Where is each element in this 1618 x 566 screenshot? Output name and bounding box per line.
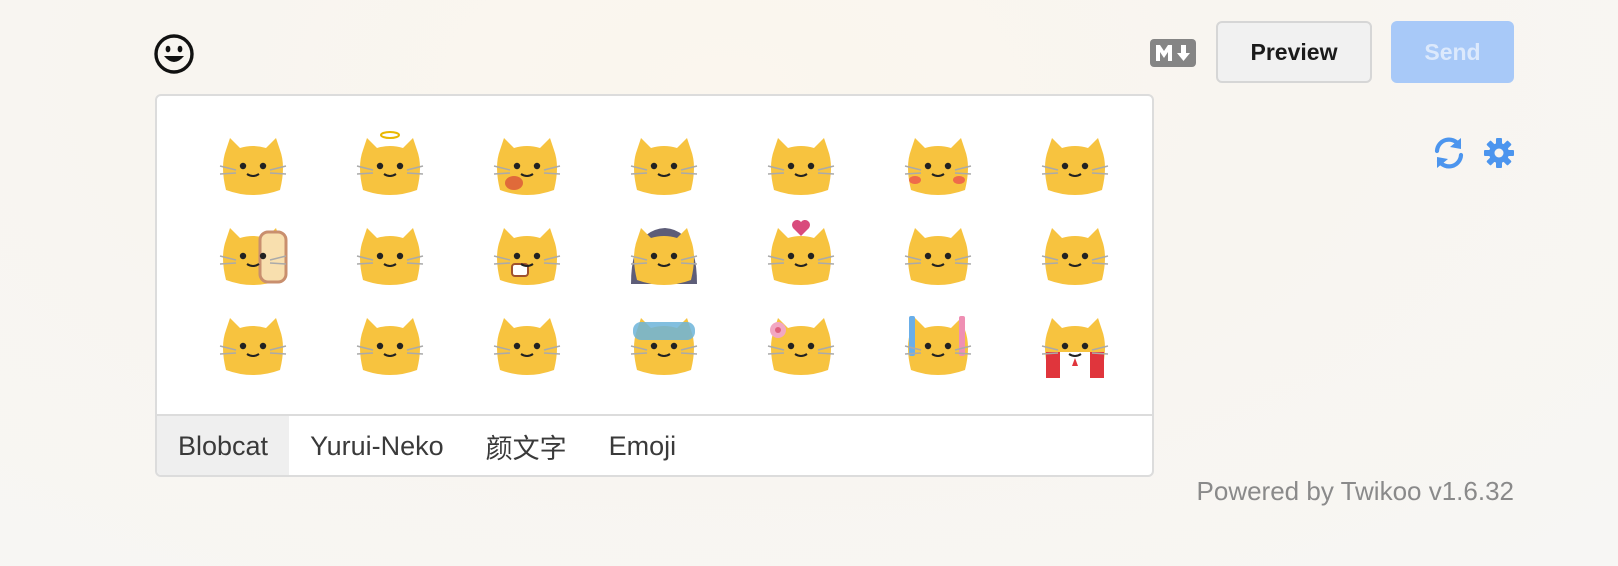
- sticker-blobcat-angry[interactable]: [1006, 120, 1143, 210]
- sticker-blobcat-cry-laugh[interactable]: [869, 210, 1006, 300]
- blobcat-coffee-icon: [493, 228, 560, 285]
- emoji-panel: Blobcat Yurui-Neko 颜文字 Emoji: [155, 94, 1154, 477]
- sticker-grid: [157, 96, 1152, 414]
- sticker-blobcat-googly[interactable]: [458, 300, 595, 390]
- sticker-blobcat-pencils[interactable]: [869, 300, 1006, 390]
- sticker-blobcat-canada[interactable]: [1006, 300, 1143, 390]
- blobcat-drool-icon: [356, 318, 423, 375]
- blobcat-dead-icon: [1041, 228, 1108, 285]
- sticker-blobcat-love[interactable]: [732, 210, 869, 300]
- blobcat-canada-icon: [1041, 318, 1108, 378]
- blobcat-bread-icon: [219, 228, 287, 285]
- tab-blobcat[interactable]: Blobcat: [157, 416, 290, 475]
- blobcat-blush-icon: [904, 138, 971, 195]
- blobcat-pencils-icon: [904, 316, 971, 375]
- sticker-blobcat-coffee[interactable]: [458, 210, 595, 300]
- sticker-blobcat-peek[interactable]: [595, 120, 732, 210]
- blobcat-love-icon: [767, 220, 834, 285]
- blobcat-angry-icon: [1041, 138, 1108, 195]
- tab-yurui-neko[interactable]: Yurui-Neko: [289, 416, 465, 475]
- blobcat-fear-icon: [630, 318, 697, 375]
- sticker-blobcat-flower[interactable]: [732, 300, 869, 390]
- blobcat-googly-icon: [493, 318, 560, 375]
- sticker-blobcat-angel[interactable]: [321, 120, 458, 210]
- sticker-blobcat[interactable]: [184, 120, 321, 210]
- sticker-blobcat-scream[interactable]: [321, 210, 458, 300]
- blobcat-hands-up-icon: [767, 138, 834, 195]
- smiley-icon[interactable]: [153, 33, 195, 75]
- gear-icon[interactable]: [1483, 137, 1515, 169]
- refresh-icon[interactable]: [1432, 136, 1466, 170]
- markdown-icon[interactable]: [1150, 39, 1196, 67]
- preview-button[interactable]: Preview: [1216, 21, 1372, 83]
- blobcat-angel-icon: [356, 131, 423, 195]
- sticker-blobcat-hands-up[interactable]: [732, 120, 869, 210]
- blobcat-scream-icon: [356, 228, 423, 285]
- sticker-blobcat-bread[interactable]: [184, 210, 321, 300]
- sticker-blobcat-drool[interactable]: [321, 300, 458, 390]
- sticker-blobcat-facepalm[interactable]: [184, 300, 321, 390]
- blobcat-icon: [219, 138, 286, 195]
- sticker-blobcat-surprised[interactable]: [458, 120, 595, 210]
- sticker-blobcat-hood[interactable]: [595, 210, 732, 300]
- blobcat-flower-icon: [767, 318, 834, 375]
- sticker-blobcat-dead[interactable]: [1006, 210, 1143, 300]
- sticker-tabs: Blobcat Yurui-Neko 颜文字 Emoji: [157, 414, 1152, 475]
- blobcat-hood-icon: [630, 228, 697, 285]
- blobcat-facepalm-icon: [219, 318, 286, 375]
- blobcat-cry-laugh-icon: [904, 228, 971, 285]
- tab-kaomoji[interactable]: 颜文字: [465, 416, 588, 475]
- powered-by-text: Powered by Twikoo v1.6.32: [1196, 476, 1514, 506]
- blobcat-peek-icon: [630, 138, 697, 195]
- send-button[interactable]: Send: [1391, 21, 1514, 83]
- sticker-blobcat-fear[interactable]: [595, 300, 732, 390]
- tab-emoji[interactable]: Emoji: [588, 416, 698, 475]
- sticker-blobcat-blush[interactable]: [869, 120, 1006, 210]
- blobcat-surprised-icon: [493, 138, 560, 195]
